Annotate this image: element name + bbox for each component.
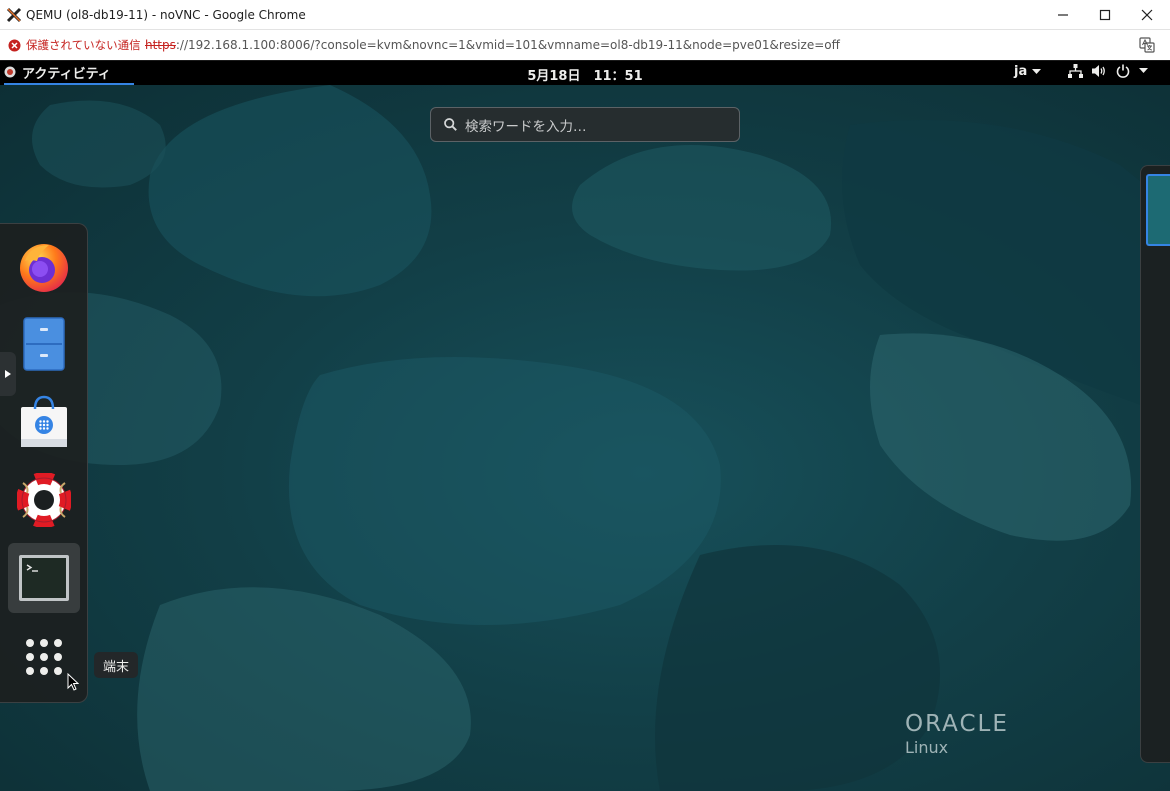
url-text[interactable]: https://192.168.1.100:8006/?console=kvm&… bbox=[145, 38, 840, 52]
oracle-logo-text: ORACLE bbox=[905, 711, 1009, 737]
gnome-top-bar: アクティビティ 5月18日 11：51 ja bbox=[0, 61, 1170, 85]
distro-logo-icon bbox=[4, 66, 16, 78]
show-apps-icon bbox=[26, 639, 62, 675]
close-button[interactable] bbox=[1126, 0, 1168, 30]
terminal-icon bbox=[19, 555, 69, 601]
clock[interactable]: 5月18日 11：51 bbox=[527, 69, 642, 84]
dash-tooltip: 端末 bbox=[94, 652, 139, 678]
search-input[interactable]: 検索ワードを入力… bbox=[430, 107, 740, 142]
power-icon bbox=[1116, 64, 1130, 78]
address-bar[interactable]: 保護されていない通信 https://192.168.1.100:8006/?c… bbox=[0, 30, 1170, 60]
workspace-thumbnail[interactable] bbox=[1146, 174, 1170, 246]
system-menu[interactable] bbox=[1068, 64, 1148, 78]
dash bbox=[0, 223, 88, 703]
search-placeholder: 検索ワードを入力… bbox=[465, 118, 587, 135]
maximize-button[interactable] bbox=[1084, 0, 1126, 30]
activities-button[interactable]: アクティビティ bbox=[4, 61, 134, 85]
dash-item-terminal[interactable] bbox=[8, 543, 80, 613]
minimize-button[interactable] bbox=[1042, 0, 1084, 30]
qemu-app-icon bbox=[6, 7, 22, 23]
url-scheme: https bbox=[145, 38, 176, 52]
chevron-right-icon bbox=[5, 370, 11, 378]
wallpaper bbox=[0, 85, 1170, 791]
files-icon bbox=[23, 317, 65, 371]
desktop-overview: 検索ワードを入力… 端末 ORACLE Linux bbox=[0, 85, 1170, 791]
search-icon bbox=[444, 118, 457, 131]
help-icon bbox=[17, 473, 71, 527]
chevron-down-icon bbox=[1032, 68, 1042, 74]
security-label: 保護されていない通信 bbox=[26, 38, 141, 52]
dash-item-files[interactable] bbox=[8, 309, 80, 379]
software-icon bbox=[21, 395, 67, 447]
input-source-label: ja bbox=[1014, 64, 1028, 79]
security-indicator[interactable]: 保護されていない通信 bbox=[8, 35, 141, 55]
url-rest: ://192.168.1.100:8006/?console=kvm&novnc… bbox=[175, 38, 840, 52]
maximize-icon bbox=[1099, 9, 1111, 21]
mouse-cursor-icon bbox=[67, 673, 79, 691]
firefox-icon bbox=[20, 244, 68, 292]
workspace-thumbnails bbox=[1140, 165, 1170, 763]
dash-item-software[interactable] bbox=[8, 387, 80, 457]
close-icon bbox=[1141, 9, 1153, 21]
novnc-control-bar-handle[interactable] bbox=[0, 352, 16, 396]
warning-icon bbox=[8, 39, 21, 51]
dash-item-firefox[interactable] bbox=[8, 231, 80, 301]
dash-item-help[interactable] bbox=[8, 465, 80, 535]
input-source-menu[interactable]: ja bbox=[1014, 64, 1042, 79]
activities-label: アクティビティ bbox=[22, 66, 111, 82]
network-icon bbox=[1068, 64, 1083, 78]
linux-logo-text: Linux bbox=[905, 738, 949, 757]
window-title: QEMU (ol8-db19-11) - noVNC - Google Chro… bbox=[26, 8, 306, 22]
chevron-down-icon bbox=[1139, 68, 1148, 73]
browser-title-bar: QEMU (ol8-db19-11) - noVNC - Google Chro… bbox=[0, 0, 1170, 30]
translate-icon[interactable] bbox=[1139, 37, 1155, 53]
volume-icon bbox=[1092, 65, 1105, 77]
oracle-linux-logo: ORACLE Linux bbox=[905, 711, 1009, 757]
minimize-icon bbox=[1058, 14, 1068, 16]
